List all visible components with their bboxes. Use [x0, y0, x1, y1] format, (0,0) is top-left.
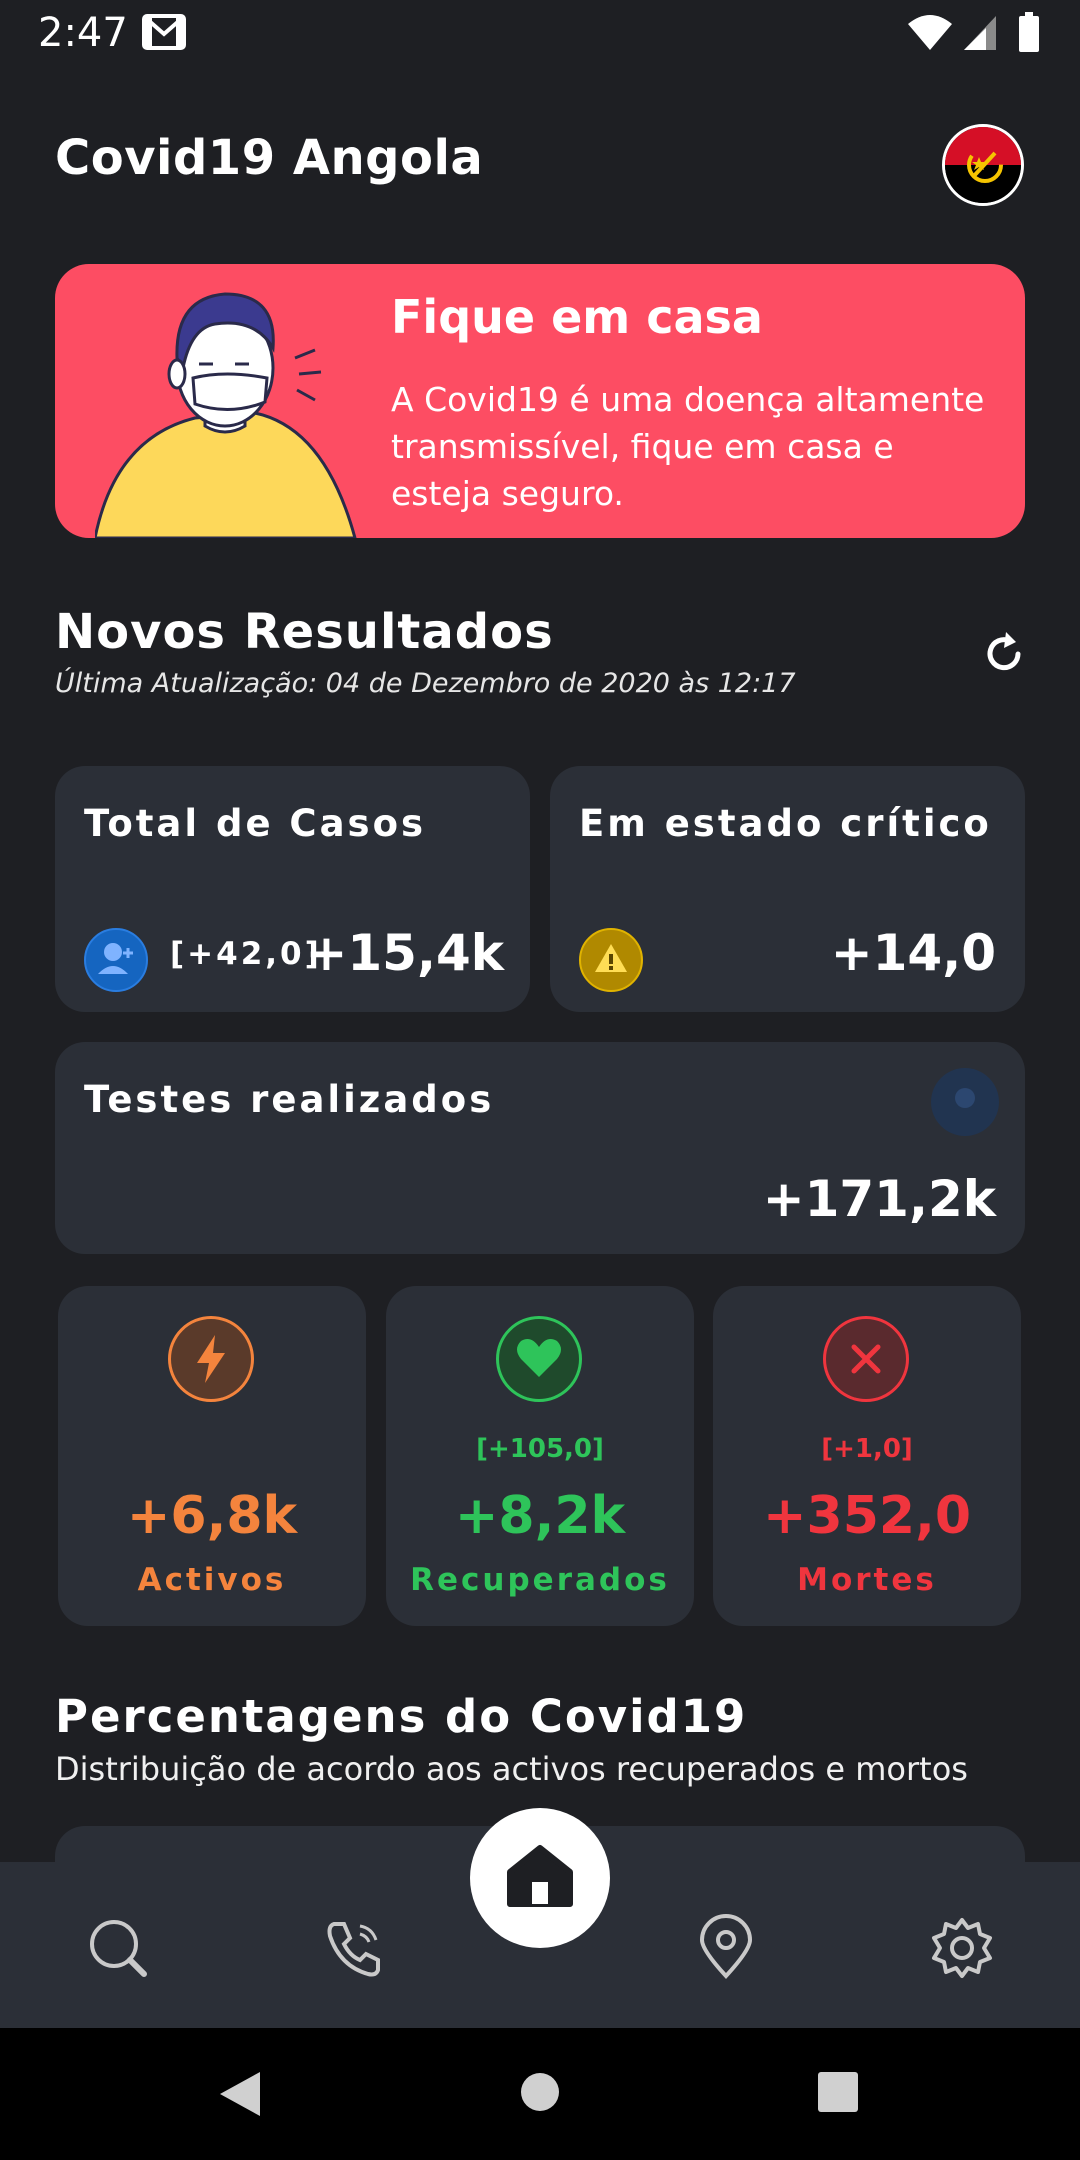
close-x-icon: [823, 1316, 909, 1402]
heart-icon: [496, 1316, 582, 1402]
total-cases-card[interactable]: Total de Casos [+42,0] +15,4k: [55, 766, 530, 1012]
deaths-card[interactable]: [+1,0] +352,0 Mortes: [713, 1286, 1021, 1626]
refresh-icon[interactable]: [978, 628, 1030, 680]
active-label: Activos: [137, 1562, 287, 1598]
card-title: Testes realizados: [84, 1078, 495, 1121]
card-title: Total de Casos: [84, 802, 427, 845]
percentages-subtitle: Distribuição de acordo aos activos recup…: [55, 1750, 968, 1788]
stay-home-banner: Fique em casa A Covid19 é uma doença alt…: [55, 264, 1025, 538]
tests-icon: [931, 1068, 999, 1136]
critical-value: +14,0: [830, 924, 996, 982]
last-update-text: Última Atualização: 04 de Dezembro de 20…: [55, 668, 796, 699]
gmail-icon: [142, 14, 186, 50]
lightning-icon: [168, 1316, 254, 1402]
battery-icon: [1019, 12, 1039, 52]
section-title: Novos Resultados: [55, 604, 554, 660]
tests-card[interactable]: Testes realizados +171,2k: [55, 1042, 1025, 1254]
user-add-icon: [84, 928, 148, 992]
recovered-value: +8,2k: [454, 1486, 626, 1546]
deaths-delta: [+1,0]: [821, 1434, 913, 1464]
settings-icon[interactable]: [928, 1914, 996, 1982]
masked-person-illustration: [95, 292, 357, 538]
location-icon[interactable]: [692, 1914, 760, 1982]
app-title: Covid19 Angola: [55, 130, 484, 186]
recovered-card[interactable]: [+105,0] +8,2k Recuperados: [386, 1286, 694, 1626]
card-title: Em estado crítico: [579, 802, 992, 845]
active-card[interactable]: +6,8k Activos: [58, 1286, 366, 1626]
search-icon[interactable]: [84, 1914, 152, 1982]
percentages-title: Percentagens do Covid19: [55, 1690, 748, 1743]
recovered-delta: [+105,0]: [476, 1434, 604, 1464]
home-system-icon[interactable]: [520, 2072, 560, 2112]
total-cases-delta: [+42,0]: [170, 936, 322, 972]
recents-icon[interactable]: [818, 2072, 858, 2112]
recovered-label: Recuperados: [410, 1562, 670, 1598]
status-bar: 2:47: [0, 0, 1080, 66]
back-icon[interactable]: [216, 2068, 264, 2120]
deaths-label: Mortes: [797, 1562, 937, 1598]
system-nav-bar: [0, 2028, 1080, 2160]
phone-icon[interactable]: [320, 1914, 388, 1982]
home-icon: [507, 1845, 573, 1907]
home-button[interactable]: [470, 1808, 610, 1948]
warning-icon: [579, 928, 643, 992]
total-cases-value: +15,4k: [305, 924, 504, 982]
angola-flag-icon[interactable]: [942, 124, 1024, 206]
active-value: +6,8k: [126, 1486, 298, 1546]
status-time: 2:47: [38, 10, 128, 56]
tests-value: +171,2k: [762, 1170, 996, 1228]
banner-text: A Covid19 é uma doença altamente transmi…: [391, 380, 985, 513]
signal-icon: [964, 16, 996, 50]
critical-state-card[interactable]: Em estado crítico +14,0: [550, 766, 1025, 1012]
wifi-icon: [908, 15, 952, 50]
deaths-value: +352,0: [762, 1486, 972, 1546]
banner-title: Fique em casa: [391, 290, 763, 344]
